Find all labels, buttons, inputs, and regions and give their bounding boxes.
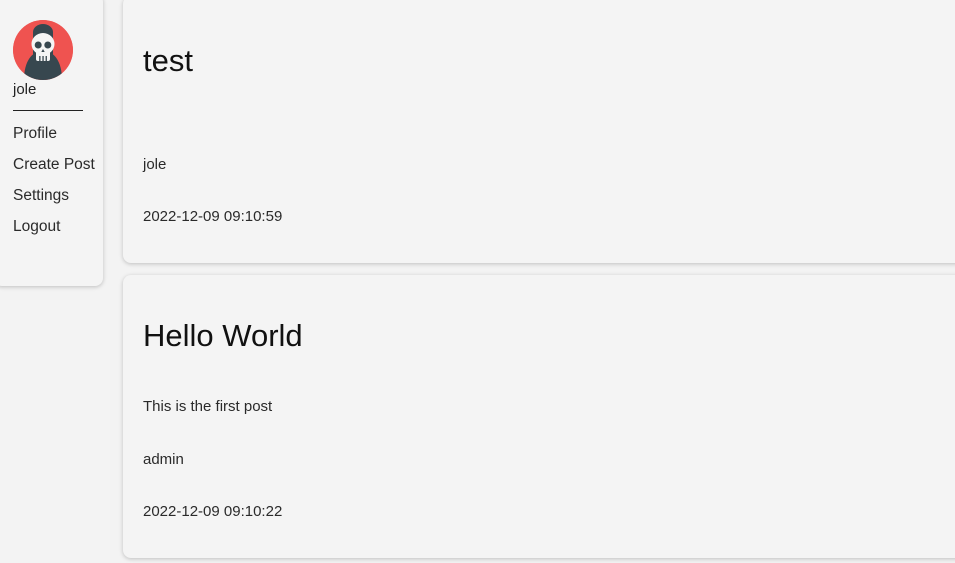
nav-profile-link[interactable]: Profile	[13, 123, 97, 144]
post-date: 2022-12-09 09:10:59	[143, 208, 283, 225]
post-author: admin	[143, 451, 184, 468]
nav-logout-link[interactable]: Logout	[13, 216, 97, 237]
post-date: 2022-12-09 09:10:22	[143, 503, 283, 520]
sidebar: jole Profile Create Post Settings Logout	[0, 0, 103, 286]
post-body: This is the first post	[143, 398, 273, 415]
post-author: jole	[143, 156, 167, 173]
avatar[interactable]	[13, 20, 73, 80]
skull-icon	[13, 20, 73, 80]
username: jole	[13, 81, 37, 98]
nav-menu: Profile Create Post Settings Logout	[13, 123, 97, 247]
nav-create-post-link[interactable]: Create Post	[13, 154, 97, 175]
post-title: test	[143, 43, 193, 78]
post-card: test jole 2022-12-09 09:10:59	[123, 0, 955, 263]
post-card: Hello World This is the first post admin…	[123, 275, 955, 558]
nav-settings-link[interactable]: Settings	[13, 185, 97, 206]
post-title: Hello World	[143, 318, 303, 353]
divider	[13, 110, 83, 111]
